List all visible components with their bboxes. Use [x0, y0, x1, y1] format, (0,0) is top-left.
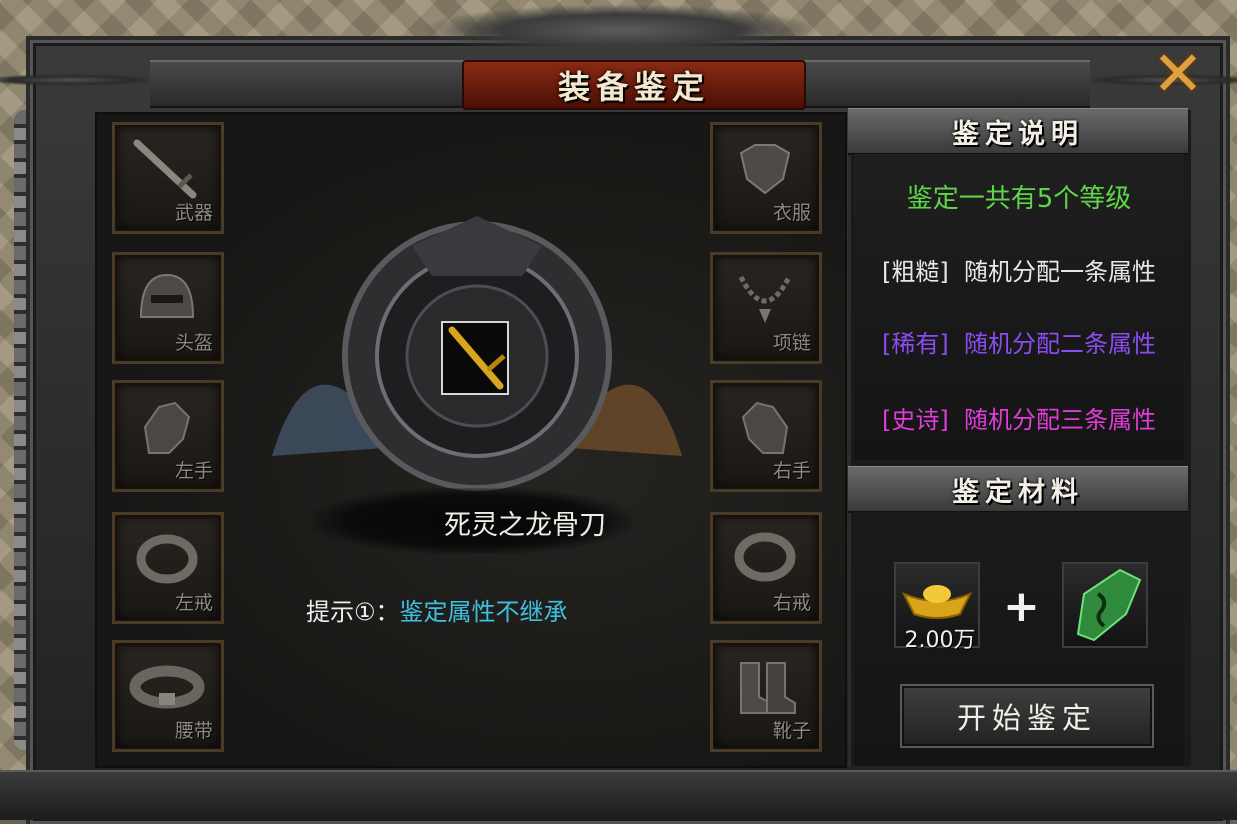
slot-left-ring[interactable]: 左戒	[112, 512, 224, 624]
grade-desc: 随机分配二条属性	[964, 330, 1156, 358]
slot-label: 右戒	[772, 592, 811, 614]
slot-armor[interactable]: 衣服	[710, 122, 822, 234]
info-header-title: 鉴定说明	[952, 118, 1084, 150]
materials-header-title: 鉴定材料	[952, 476, 1084, 508]
window-title: 装备鉴定	[557, 68, 710, 106]
gold-amount: 2.00万	[904, 628, 976, 653]
item-name: 死灵之龙骨刀	[444, 510, 606, 541]
grade-rare: [稀有] 随机分配二条属性	[854, 324, 1184, 359]
close-button[interactable]: ✕	[1148, 37, 1208, 110]
slot-label: 靴子	[772, 720, 811, 742]
grade-tag: [稀有]	[882, 330, 949, 358]
ring-icon	[129, 525, 205, 591]
slot-right-ring[interactable]: 右戒	[710, 512, 822, 624]
slot-label: 右手	[772, 460, 811, 482]
jade-talisman-icon	[1076, 568, 1142, 642]
slot-necklace[interactable]: 项链	[710, 252, 822, 364]
slot-right-hand[interactable]: 右手	[710, 380, 822, 492]
slot-label: 腰带	[174, 720, 213, 742]
grade-desc: 随机分配一条属性	[964, 258, 1156, 286]
grade-common: [粗糙] 随机分配一条属性	[854, 252, 1184, 287]
grade-tag: [史诗]	[882, 406, 949, 434]
bottom-frame	[0, 770, 1237, 820]
ring-icon	[727, 525, 803, 591]
slot-weapon[interactable]: 武器	[112, 122, 224, 234]
slot-belt[interactable]: 腰带	[112, 640, 224, 752]
identify-emblem	[272, 216, 682, 491]
gauntlet-icon	[129, 393, 205, 459]
grade-tag: [粗糙]	[882, 258, 949, 286]
slot-label: 衣服	[772, 202, 811, 224]
materials-header: 鉴定材料	[848, 466, 1188, 513]
armor-icon	[727, 135, 803, 201]
slot-boots[interactable]: 靴子	[710, 640, 822, 752]
hint-value: 鉴定属性不继承	[399, 598, 568, 626]
title-plate: 装备鉴定	[462, 60, 806, 110]
close-x-icon: ✕	[1152, 37, 1204, 110]
slot-label: 左手	[174, 460, 213, 482]
slot-label: 左戒	[174, 592, 213, 614]
plus-sign: +	[1003, 581, 1040, 632]
grade-desc: 随机分配三条属性	[964, 406, 1156, 434]
slot-label: 项链	[772, 332, 811, 354]
slot-label: 武器	[174, 202, 213, 224]
sword-icon	[129, 135, 205, 201]
material-jade-slot[interactable]	[1062, 562, 1148, 648]
slot-helmet[interactable]: 头盔	[112, 252, 224, 364]
info-box: 鉴定一共有5个等级 [粗糙] 随机分配一条属性 [稀有] 随机分配二条属性 [史…	[854, 154, 1184, 460]
info-summary: 鉴定一共有5个等级	[906, 184, 1132, 214]
slot-label: 头盔	[174, 332, 213, 354]
hint-line: 提示①：鉴定属性不继承	[306, 592, 568, 627]
grade-epic: [史诗] 随机分配三条属性	[854, 400, 1184, 435]
boots-icon	[727, 653, 803, 719]
necklace-icon	[727, 265, 803, 331]
slot-left-hand[interactable]: 左手	[112, 380, 224, 492]
belt-icon	[129, 653, 205, 719]
helmet-icon	[129, 265, 205, 331]
hint-label: 提示①：	[306, 598, 400, 626]
start-identify-button[interactable]: 开始鉴定	[900, 684, 1154, 748]
info-header: 鉴定说明	[848, 108, 1188, 155]
gauntlet-icon	[727, 393, 803, 459]
